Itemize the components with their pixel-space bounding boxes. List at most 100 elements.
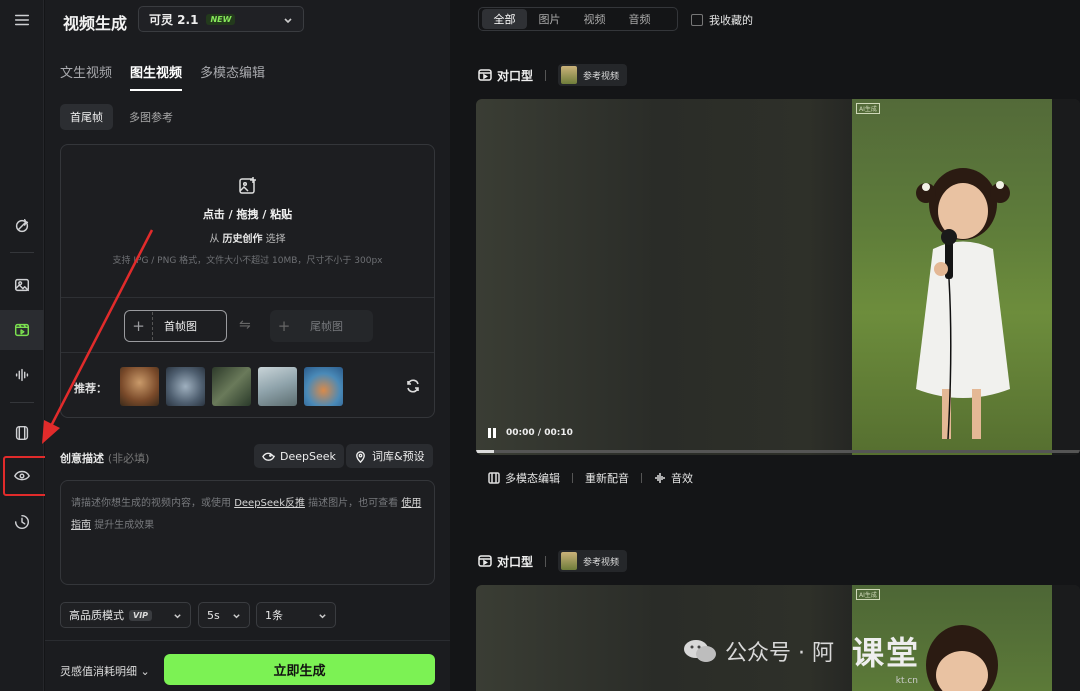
audio-wave-icon[interactable] (0, 355, 44, 395)
menu-icon[interactable] (0, 0, 44, 40)
checkbox[interactable] (691, 14, 703, 26)
history-link[interactable]: 历史创作 (223, 234, 263, 245)
upload-title: 点击 / 拖拽 / 粘贴 (202, 208, 293, 221)
plus-icon: + (277, 317, 291, 335)
reference-video-label: 参考视频 (583, 557, 620, 568)
reference-thumbnail (561, 552, 578, 570)
cost-detail-dropdown[interactable]: 灵感值消耗明细 ⌄ (60, 663, 150, 679)
girl-figure (916, 168, 1010, 440)
reference-thumbnail (561, 66, 578, 84)
refresh-icon[interactable] (405, 378, 421, 394)
sound-effect-label: 音效 (671, 472, 693, 485)
placeholder-text: 请描述你想生成的视频内容，或使用 (71, 498, 231, 509)
video-edge (1052, 585, 1080, 691)
history-icon[interactable] (0, 502, 44, 542)
subtab-multi-image-ref[interactable]: 多图参考 (119, 104, 183, 130)
rail-divider (10, 252, 34, 253)
tab-multimodal-edit[interactable]: 多模态编辑 (200, 62, 265, 91)
filter-all[interactable]: 全部 (482, 9, 527, 29)
playback-progress[interactable] (476, 450, 1080, 453)
filter-video[interactable]: 视频 (572, 9, 617, 29)
film-icon (488, 472, 500, 484)
video-icon (478, 555, 492, 567)
duration-value: 5s (207, 608, 220, 622)
swap-icon[interactable]: ⇋ (239, 317, 251, 333)
filter-tabs: 全部 图片 视频 音频 (478, 7, 678, 31)
recommend-thumb[interactable] (120, 367, 159, 406)
description-title: 创意描述 (60, 452, 104, 465)
progress-fill (476, 450, 495, 453)
quality-select[interactable]: 高品质模式 VIP (60, 602, 191, 628)
magic-brush-icon[interactable] (0, 206, 44, 246)
reference-video-badge[interactable]: 参考视频 (558, 550, 628, 572)
divider (545, 69, 547, 81)
history-suffix: 选择 (265, 234, 286, 245)
card-actions: 多模态编辑 重新配音 音效 (488, 470, 693, 486)
plus-icon: + (125, 312, 153, 340)
ai-watermark: AI生成 (856, 589, 880, 600)
wechat-icon (684, 640, 716, 662)
count-value: 1条 (265, 609, 283, 622)
generate-button[interactable]: 立即生成 (164, 654, 435, 685)
first-frame-label: 首帧图 (164, 320, 197, 333)
placeholder-text: 描述图片，也可查看 (308, 498, 399, 509)
card-header: 对口型 参考视频 (478, 550, 628, 572)
favorites-toggle[interactable]: 我收藏的 (691, 12, 753, 28)
last-frame-slot[interactable]: + 尾帧图 (270, 310, 373, 342)
recommend-thumb[interactable] (304, 367, 343, 406)
filter-audio[interactable]: 音频 (617, 9, 662, 29)
tab-text-to-video[interactable]: 文生视频 (60, 62, 112, 91)
chevron-down-icon (232, 611, 241, 624)
card-title: 对口型 (497, 554, 534, 569)
divider (641, 473, 642, 483)
video-frame (852, 99, 1052, 455)
upload-area[interactable]: 点击 / 拖拽 / 粘贴 从 历史创作 选择 支持 JPG / PNG 格式，文… (60, 144, 435, 418)
page-title: 视频生成 (63, 14, 128, 33)
subtab-first-last-frame[interactable]: 首尾帧 (60, 104, 113, 130)
video-icon[interactable] (0, 310, 44, 350)
image-icon[interactable] (0, 265, 44, 305)
left-rail (0, 0, 44, 691)
library-preset-button[interactable]: 词库&预设 (346, 444, 433, 468)
reference-video-badge[interactable]: 参考视频 (558, 64, 628, 86)
multimodal-edit-button[interactable]: 多模态编辑 (488, 470, 560, 486)
tab-image-to-video[interactable]: 图生视频 (130, 62, 183, 91)
watermark-site: kt.cn (895, 676, 918, 686)
library-label: 词库&预设 (372, 450, 425, 463)
description-input[interactable]: 请描述你想生成的视频内容，或使用 DeepSeek反推 描述图片，也可查看 使用… (60, 480, 435, 585)
filter-image[interactable]: 图片 (527, 9, 572, 29)
video-icon (478, 69, 492, 81)
recommend-thumb[interactable] (212, 367, 251, 406)
count-select[interactable]: 1条 (256, 602, 336, 628)
duration-select[interactable]: 5s (198, 602, 250, 628)
quality-value: 高品质模式 (69, 609, 124, 622)
deepseek-label: DeepSeek (280, 449, 336, 463)
rail-divider (10, 402, 34, 403)
history-prefix: 从 (209, 234, 220, 245)
history-select: 从 历史创作 选择 (61, 230, 434, 245)
divider (545, 555, 547, 567)
deepseek-whale-icon (262, 452, 275, 461)
card-header: 对口型 参考视频 (478, 64, 628, 86)
new-badge: NEW (206, 13, 236, 25)
deepseek-button[interactable]: DeepSeek (254, 444, 344, 468)
asset-box-icon[interactable] (0, 413, 44, 453)
sound-effect-button[interactable]: 音效 (654, 470, 693, 486)
optional-note: (非必填) (107, 452, 150, 465)
first-frame-slot[interactable]: + 首帧图 (124, 310, 227, 342)
recommend-thumb[interactable] (166, 367, 205, 406)
divider (61, 297, 434, 298)
mode-tabs: 文生视频 图生视频 多模态编辑 (60, 62, 265, 91)
pause-icon[interactable] (488, 428, 496, 438)
video-player[interactable]: AI生成 00:00 / 00:10 (476, 99, 1080, 455)
model-select[interactable]: 可灵 2.1 NEW (138, 6, 304, 32)
wechat-watermark: 公众号 · 阿 课堂 kt.cn (683, 628, 920, 686)
audio-wave-icon (655, 473, 665, 483)
redub-button[interactable]: 重新配音 (585, 470, 629, 486)
deepseek-reverse-link[interactable]: DeepSeek反推 (234, 498, 305, 509)
divider (61, 352, 434, 353)
divider (572, 473, 573, 483)
playback-time: 00:00 / 00:10 (506, 428, 573, 438)
description-label: 创意描述 (非必填) (60, 450, 149, 466)
recommend-thumb[interactable] (258, 367, 297, 406)
